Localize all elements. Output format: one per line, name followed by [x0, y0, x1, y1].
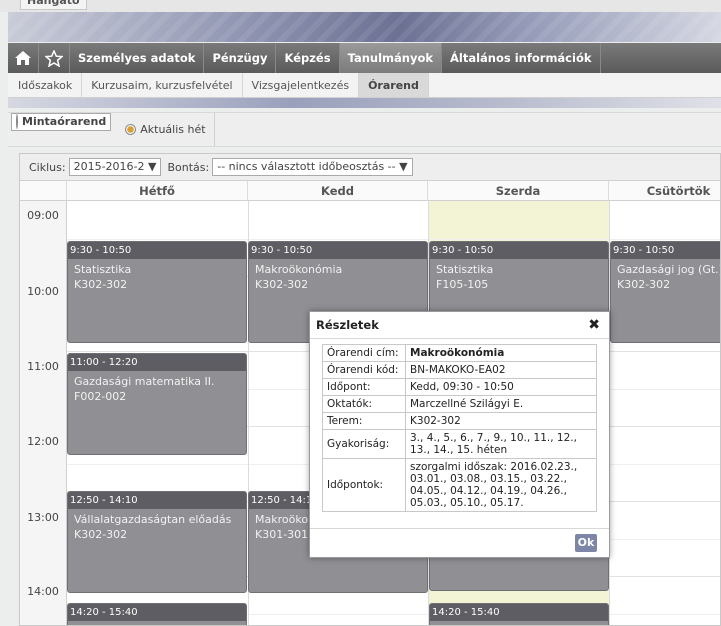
- nav-kepzes[interactable]: Képzés: [276, 43, 340, 73]
- event-room: K302-302: [255, 278, 309, 291]
- event-hetfo-statisztika[interactable]: 9:30 - 10:50 Statisztika K302-302: [67, 241, 247, 343]
- detail-value: BN-MAKOKO-EA02: [405, 361, 597, 379]
- day-header-csutortok: Csütörtök: [609, 181, 720, 201]
- bontas-select[interactable]: -- nincs választott időbeosztás -- ▼: [212, 158, 413, 176]
- event-title: Statisztika: [436, 263, 494, 276]
- home-icon[interactable]: [8, 43, 39, 73]
- detail-key: Időpontok:: [322, 458, 406, 512]
- close-icon[interactable]: ✖: [588, 317, 600, 333]
- ok-button[interactable]: Ok: [575, 534, 597, 552]
- view-mintaorarend-label: Mintaórarend: [22, 115, 107, 128]
- event-room: F105-105: [436, 278, 489, 291]
- event-title: Vállalatgazdaságtan előadás: [74, 513, 232, 526]
- event-title: Gazdasági jog (Gt.): [617, 263, 721, 276]
- event-room: F002-002: [74, 390, 127, 403]
- corner-cell: [20, 181, 67, 201]
- view-mintaorarend[interactable]: Mintaórarend: [11, 113, 112, 131]
- view-mode-bar: Mintaórarend Aktuális hét: [8, 112, 721, 147]
- radio-selected-icon: [16, 114, 18, 129]
- decorative-stripe: [8, 98, 721, 108]
- detail-value: K302-302: [405, 412, 597, 430]
- event-time: 9:30 - 10:50: [249, 242, 427, 259]
- subnav-kurzusaim[interactable]: Kurzusaim, kurzusfelvétel: [82, 73, 243, 97]
- dialog-footer: Ok: [310, 528, 609, 557]
- time-label: 11:00: [27, 360, 59, 373]
- detail-row: Órarendi kód: BN-MAKOKO-EA02: [322, 361, 597, 379]
- nav-penzugy[interactable]: Pénzügy: [204, 43, 277, 73]
- subnav-vizsgajelentkezes[interactable]: Vizsgajelentkezés: [243, 73, 360, 97]
- view-aktualis-het[interactable]: Aktuális hét: [117, 113, 215, 146]
- day-header-kedd: Kedd: [248, 181, 428, 201]
- event-hetfo-1420[interactable]: 14:20 - 15:40: [67, 603, 247, 625]
- detail-row: Órarendi cím: Makroökonómia: [322, 344, 597, 362]
- ciklus-select[interactable]: 2015-2016-2 ▼: [68, 158, 162, 176]
- ciklus-label: Ciklus:: [29, 160, 66, 174]
- nav-altalanos-informaciok[interactable]: Általános információk: [442, 43, 601, 73]
- event-time: 11:00 - 12:20: [68, 354, 246, 371]
- time-label: 09:00: [27, 209, 59, 222]
- top-tab[interactable]: Hangató: [20, 0, 87, 10]
- event-title: Statisztika: [74, 263, 132, 276]
- bontas-label: Bontás:: [167, 160, 210, 174]
- radio-unselected-icon: [125, 124, 137, 135]
- details-dialog: Részletek ✖ Órarendi cím: Makroökonómia Ó…: [309, 311, 610, 558]
- detail-row: Gyakoriság: 3., 4., 5., 6., 7., 9., 10., …: [322, 429, 597, 459]
- time-label: 12:00: [27, 435, 59, 448]
- event-time: 14:20 - 15:40: [68, 604, 246, 621]
- detail-row: Oktatók: Marczellné Szilágyi E.: [322, 395, 597, 413]
- detail-value: Kedd, 09:30 - 10:50: [405, 378, 597, 396]
- detail-row: Terem: K302-302: [322, 412, 597, 430]
- event-time: 12:50 - 14:10: [68, 492, 246, 509]
- details-table: Órarendi cím: Makroökonómia Órarendi kód:…: [322, 344, 597, 512]
- time-column: 09:00 10:00 11:00 12:00 13:00 14:00: [20, 201, 67, 625]
- grid-line: [67, 239, 720, 240]
- detail-key: Órarendi cím:: [322, 344, 406, 362]
- view-aktualis-het-label: Aktuális hét: [140, 123, 206, 136]
- top-strip: Hangató: [0, 0, 721, 12]
- detail-value: szorgalmi időszak: 2016.02.23., 03.01., …: [405, 458, 597, 512]
- event-title: Makroökonómia: [255, 263, 343, 276]
- detail-row: Időpontok: szorgalmi időszak: 2016.02.23.…: [322, 458, 597, 512]
- main-nav: Személyes adatok Pénzügy Képzés Tanulmán…: [8, 43, 721, 73]
- sub-nav: Időszakok Kurzusaim, kurzusfelvétel Vizs…: [8, 73, 721, 98]
- event-room: K302-302: [74, 528, 128, 541]
- detail-row: Időpont: Kedd, 09:30 - 10:50: [322, 378, 597, 396]
- event-hetfo-vallalatgazdasagtan[interactable]: 12:50 - 14:10 Vállalatgazdaságtan előadá…: [67, 491, 247, 593]
- event-room: K302-302: [617, 278, 671, 291]
- event-time: 14:20 - 15:40: [430, 604, 608, 621]
- detail-key: Időpont:: [322, 378, 406, 396]
- star-icon[interactable]: [39, 43, 70, 73]
- day-header-szerda: Szerda: [428, 181, 609, 201]
- event-csutortok-gazdasagi-jog[interactable]: 9:30 - 10:50 Gazdasági jog (Gt.) K302-302: [610, 241, 721, 343]
- nav-tanulmanyok[interactable]: Tanulmányok: [339, 43, 442, 73]
- event-time: 9:30 - 10:50: [430, 242, 608, 259]
- day-header-hetfo: Hétfő: [67, 181, 248, 201]
- event-time: 9:30 - 10:50: [68, 242, 246, 259]
- dialog-title: Részletek: [310, 312, 609, 339]
- nav-szemelyes-adatok[interactable]: Személyes adatok: [70, 43, 205, 73]
- time-label: 13:00: [27, 511, 59, 524]
- detail-value: 3., 4., 5., 6., 7., 9., 10., 11., 12., 1…: [405, 429, 597, 459]
- event-time: 9:30 - 10:50: [611, 242, 720, 259]
- detail-key: Gyakoriság:: [322, 429, 406, 459]
- detail-value: Makroökonómia: [405, 344, 597, 362]
- subnav-orarend[interactable]: Órarend: [359, 73, 429, 97]
- detail-key: Oktatók:: [322, 395, 406, 413]
- event-room: K302-302: [74, 278, 128, 291]
- event-hetfo-gazdasagi-matematika[interactable]: 11:00 - 12:20 Gazdasági matematika II. F0…: [67, 353, 247, 455]
- detail-value: Marczellné Szilágyi E.: [405, 395, 597, 413]
- detail-key: Terem:: [322, 412, 406, 430]
- time-label: 14:00: [27, 585, 59, 598]
- event-szerda-1420[interactable]: 14:20 - 15:40: [429, 603, 609, 625]
- time-label: 10:00: [27, 285, 59, 298]
- detail-key: Órarendi kód:: [322, 361, 406, 379]
- header-banner: [8, 12, 721, 42]
- filter-bar: Ciklus: 2015-2016-2 ▼ Bontás: -- nincs v…: [20, 154, 720, 181]
- event-title: Gazdasági matematika II.: [74, 375, 215, 388]
- subnav-idoszakok[interactable]: Időszakok: [8, 73, 83, 97]
